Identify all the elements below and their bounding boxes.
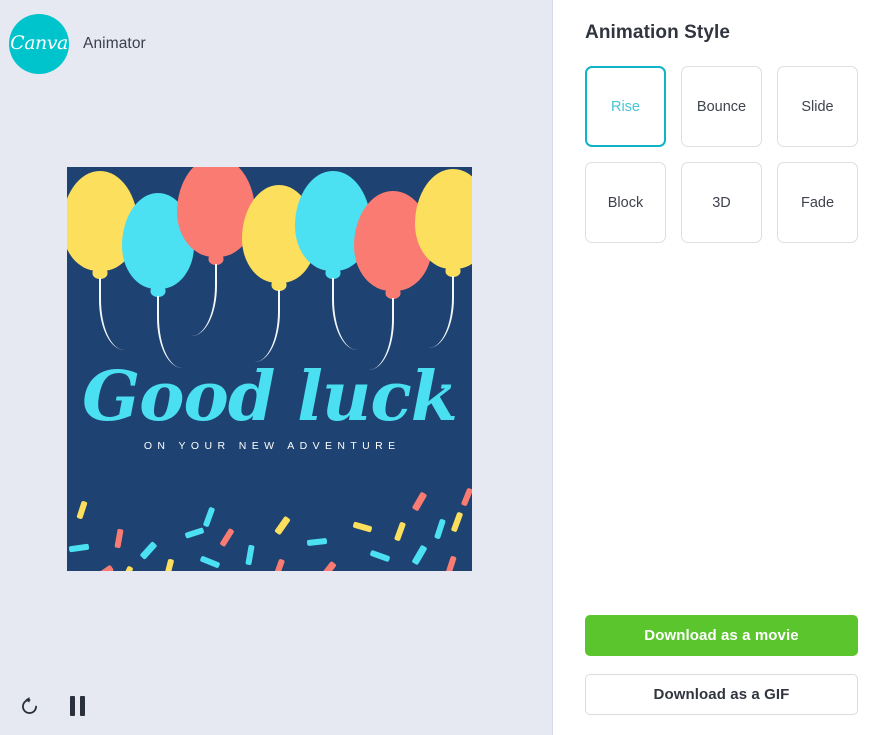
confetti-piece <box>272 558 286 571</box>
style-button-3d[interactable]: 3D <box>681 162 762 243</box>
greeting-headline: Good luck <box>82 357 458 437</box>
animator-app: Canva Animator Good luck ON YOUR NEW ADV… <box>0 0 876 735</box>
confetti-piece <box>306 537 328 547</box>
confetti-piece <box>163 558 175 571</box>
style-button-block[interactable]: Block <box>585 162 666 243</box>
confetti-piece <box>139 541 158 560</box>
confetti-piece <box>369 549 391 563</box>
canva-logo-text: Canva <box>10 31 68 54</box>
download-gif-button[interactable]: Download as a GIF <box>585 674 858 715</box>
balloon <box>415 169 472 364</box>
preview-pane: Canva Animator Good luck ON YOUR NEW ADV… <box>0 0 553 735</box>
balloon-body <box>415 169 472 269</box>
confetti-piece <box>68 543 90 553</box>
app-title: Animator <box>83 35 146 52</box>
canva-logo-icon[interactable]: Canva <box>9 14 69 74</box>
confetti-piece <box>202 506 216 528</box>
confetti-piece <box>274 515 291 536</box>
download-actions: Download as a movie Download as a GIF <box>585 615 858 715</box>
confetti-piece <box>393 521 407 542</box>
confetti-piece <box>184 527 205 539</box>
style-button-rise[interactable]: Rise <box>585 66 666 147</box>
settings-panel: Animation Style Rise Bounce Slide Block 3D Fa… <box>553 0 876 735</box>
panel-title: Animation Style <box>585 22 731 43</box>
balloon-string <box>244 290 280 362</box>
restart-button[interactable] <box>16 693 42 719</box>
confetti-piece <box>76 500 88 520</box>
greeting-subheadline: ON YOUR NEW ADVENTURE <box>143 440 401 452</box>
confetti-piece <box>120 565 134 571</box>
confetti-piece <box>460 487 472 507</box>
confetti-piece <box>320 560 337 571</box>
animation-style-grid: Rise Bounce Slide Block 3D Fade <box>585 66 858 243</box>
confetti-piece <box>450 511 464 533</box>
design-artboard: Good luck ON YOUR NEW ADVENTURE <box>67 167 472 571</box>
brand: Canva Animator <box>9 14 146 74</box>
playback-controls <box>16 693 90 719</box>
style-button-fade[interactable]: Fade <box>777 162 858 243</box>
confetti-piece <box>445 555 457 571</box>
pause-icon <box>69 696 85 716</box>
style-button-slide[interactable]: Slide <box>777 66 858 147</box>
download-movie-button[interactable]: Download as a movie <box>585 615 858 656</box>
confetti-piece <box>434 518 446 540</box>
balloon-string <box>181 264 217 336</box>
confetti-piece <box>411 491 428 512</box>
confetti-piece <box>96 564 115 571</box>
restart-icon <box>21 696 37 714</box>
confetti-piece <box>219 527 235 548</box>
confetti-piece <box>411 544 428 566</box>
confetti-piece <box>352 521 373 533</box>
style-button-bounce[interactable]: Bounce <box>681 66 762 147</box>
greeting-block: Good luck ON YOUR NEW ADVENTURE <box>67 363 472 452</box>
balloon-string <box>418 276 454 348</box>
pause-button[interactable] <box>64 693 90 719</box>
confetti-piece <box>199 555 221 569</box>
design-canvas[interactable]: Good luck ON YOUR NEW ADVENTURE <box>67 167 472 571</box>
confetti-piece <box>245 544 255 566</box>
confetti-piece <box>114 528 124 549</box>
